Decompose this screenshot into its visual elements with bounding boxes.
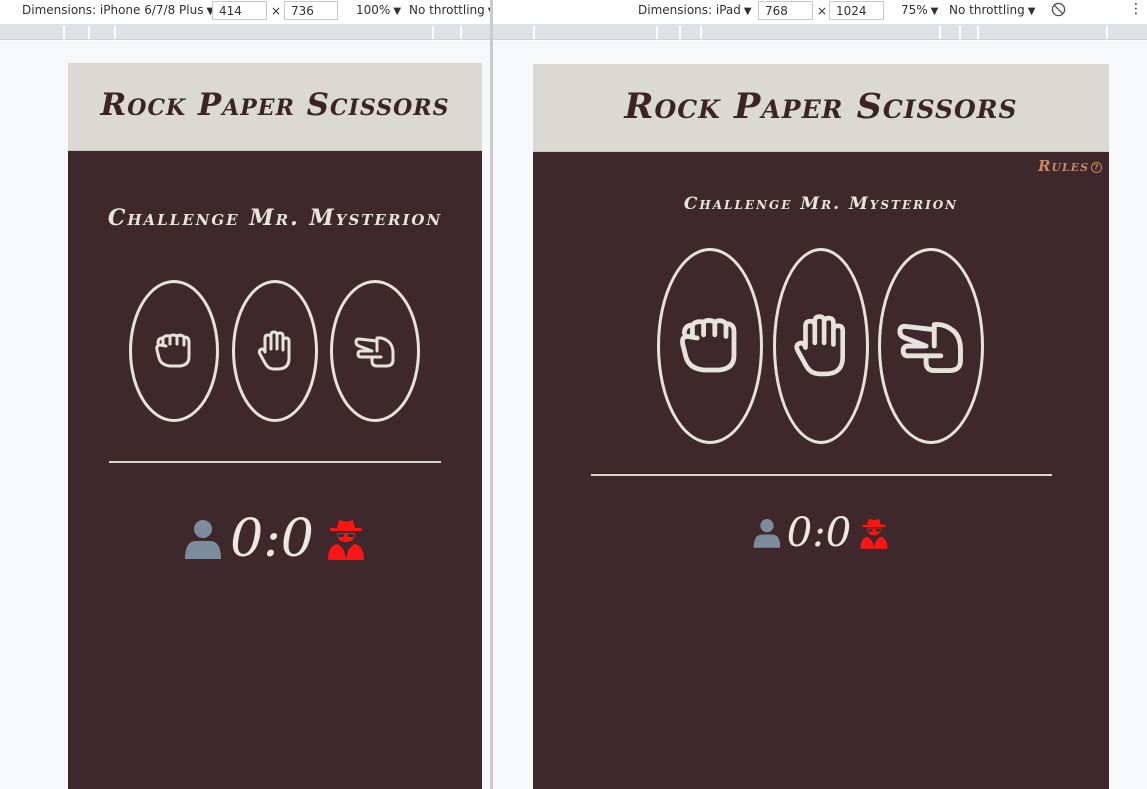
hand-paper-icon xyxy=(257,330,291,371)
chevron-down-icon: ▼ xyxy=(743,6,752,17)
left-dimensions-label: Dimensions: iPhone 6/7/8 Plus xyxy=(22,3,204,17)
right-height-input[interactable]: 1024 xyxy=(829,1,884,20)
left-height-input[interactable]: 736 xyxy=(284,1,338,20)
hand-rock-icon xyxy=(680,318,737,373)
right-throttling-dropdown[interactable]: No throttling ▼ xyxy=(949,3,1035,17)
divider xyxy=(591,474,1052,476)
chevron-down-icon: ▼ xyxy=(393,6,402,17)
computer-score: 0 xyxy=(280,509,314,569)
hand-scissors-icon xyxy=(354,336,395,368)
paper-button[interactable] xyxy=(773,248,869,444)
scoreboard: 0:0 xyxy=(533,510,1109,556)
phone-viewport: Rock Paper Scissors Challenge Mr. Myster… xyxy=(68,63,482,789)
left-times-label: × xyxy=(271,4,282,18)
app-header: Rock Paper Scissors xyxy=(68,63,482,151)
rules-link[interactable]: Rules? xyxy=(1038,157,1103,175)
scissors-button[interactable] xyxy=(330,280,420,422)
hand-paper-icon xyxy=(794,314,846,377)
user-secret-icon xyxy=(327,520,364,560)
question-circle-icon: ? xyxy=(1091,162,1103,173)
left-device-toolbar: Dimensions: iPhone 6/7/8 Plus ▼ 414 × 736… xyxy=(0,0,495,22)
user-icon xyxy=(753,519,781,548)
left-throttling-label: No throttling xyxy=(409,3,485,17)
right-dimensions-dropdown[interactable]: Dimensions: iPad ▼ xyxy=(638,3,752,17)
tablet-viewport: Rock Paper Scissors Rules? Challenge Mr.… xyxy=(533,64,1109,789)
score-separator: : xyxy=(812,510,826,556)
player-score: 0 xyxy=(786,510,813,556)
left-media-ruler xyxy=(0,24,490,40)
user-secret-icon xyxy=(860,518,888,549)
left-throttling-dropdown[interactable]: No throttling▼ xyxy=(409,3,495,17)
page-title: Rock Paper Scissors xyxy=(624,86,1018,127)
divider xyxy=(109,461,441,463)
player-score: 0 xyxy=(230,509,264,569)
left-dimensions-dropdown[interactable]: Dimensions: iPhone 6/7/8 Plus ▼ xyxy=(22,3,214,17)
rock-button[interactable] xyxy=(657,248,763,444)
right-dimensions-label: Dimensions: iPad xyxy=(638,3,741,17)
chevron-down-icon: ▼ xyxy=(930,6,939,17)
rock-button[interactable] xyxy=(129,280,219,422)
hand-rock-icon xyxy=(155,333,191,368)
app-header: Rock Paper Scissors xyxy=(533,64,1109,152)
devtools-window: Dimensions: iPhone 6/7/8 Plus ▼ 414 × 736… xyxy=(0,0,1147,789)
right-times-label: × xyxy=(817,4,828,18)
right-zoom-dropdown[interactable]: 75% ▼ xyxy=(901,3,938,17)
left-zoom-dropdown[interactable]: 100% ▼ xyxy=(356,3,401,17)
score-separator: : xyxy=(263,509,281,569)
right-zoom-label: 75% xyxy=(901,3,928,17)
right-width-input[interactable]: 768 xyxy=(758,1,813,20)
challenge-heading: Challenge Mr. Mysterion xyxy=(683,194,959,214)
left-width-input[interactable]: 414 xyxy=(212,1,267,20)
page-title: Rock Paper Scissors xyxy=(100,87,450,123)
rotate-icon[interactable] xyxy=(1051,2,1066,20)
computer-score: 0 xyxy=(825,510,852,556)
challenge-heading: Challenge Mr. Mysterion xyxy=(107,205,443,231)
left-zoom-label: 100% xyxy=(356,3,391,17)
rules-label: Rules xyxy=(1038,157,1090,175)
scoreboard: 0:0 xyxy=(68,509,482,569)
user-icon xyxy=(185,520,222,559)
hand-scissors-icon xyxy=(897,322,963,373)
right-device-toolbar: Dimensions: iPad ▼ 768 × 1024 75% ▼ No thr… xyxy=(493,0,1147,22)
chevron-down-icon: ▼ xyxy=(1027,6,1036,17)
right-media-ruler xyxy=(493,24,1147,40)
scissors-button[interactable] xyxy=(878,248,984,444)
more-options-icon[interactable]: ⋮ xyxy=(1129,1,1143,17)
paper-button[interactable] xyxy=(232,280,318,422)
right-throttling-label: No throttling xyxy=(949,3,1025,17)
